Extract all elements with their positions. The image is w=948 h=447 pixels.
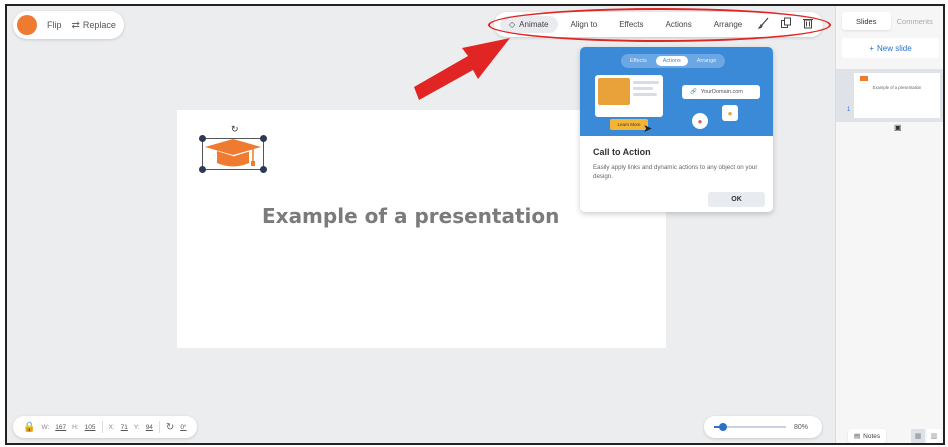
divider (158, 421, 160, 433)
new-slide-button[interactable]: + New slide (842, 38, 939, 58)
popover-tabs: Effects Actions Arrange (621, 54, 726, 68)
resize-handle[interactable] (260, 135, 267, 142)
popover-tab-effects: Effects (630, 58, 647, 64)
annotation-arrow (414, 38, 510, 100)
replace-button[interactable]: ⇄ Replace (72, 20, 116, 31)
slides-panel: Slides Comments + New slide 1 Example of… (835, 6, 943, 443)
thumbnail-cap-icon (860, 76, 868, 81)
resize-handle[interactable] (199, 135, 206, 142)
illustration-image (598, 78, 630, 105)
width-value[interactable]: 167 (55, 424, 66, 431)
popover-tab-arrange: Arrange (696, 58, 717, 64)
zoom-slider-knob[interactable] (718, 423, 727, 431)
color-swatch[interactable] (17, 15, 37, 35)
popover-description: Easily apply links and dynamic actions t… (593, 164, 758, 180)
ok-button[interactable]: OK (708, 192, 765, 207)
editor-canvas: Flip ⇄ Replace ◇ Animate Align to Effect… (7, 6, 835, 443)
flip-button[interactable]: Flip (47, 20, 62, 30)
illustration-domain: YourDomain.com (700, 89, 743, 95)
illustration-card (595, 75, 663, 117)
replace-icon: ⇄ (71, 19, 80, 31)
slide-thumbnail-item[interactable]: 1 Example of a presentation (836, 69, 943, 122)
tab-slides[interactable]: Slides (842, 12, 891, 30)
height-value[interactable]: 105 (85, 424, 96, 431)
rotate-handle-icon[interactable]: ↻ (231, 124, 239, 135)
avatar-icon: ● (692, 113, 708, 129)
thumbnail-caption: Example of a presentation (872, 85, 922, 90)
height-label: H: (72, 423, 79, 431)
tab-comments[interactable]: Comments (891, 12, 940, 30)
popover-title: Call to Action (593, 147, 651, 157)
slide-title[interactable]: Example of a presentation (262, 204, 559, 228)
rotation-icon: ↻ (165, 421, 175, 433)
app-window: Flip ⇄ Replace ◇ Animate Align to Effect… (5, 4, 945, 445)
annotation-ellipse (488, 8, 831, 42)
link-icon: 🔗 (690, 89, 697, 95)
new-slide-label: New slide (876, 43, 912, 53)
width-label: W: (41, 423, 50, 431)
notes-label: Notes (863, 432, 881, 440)
popover-tab-actions: Actions (655, 56, 688, 66)
notes-icon: ▤ (854, 433, 861, 440)
microphone-icon: ● (722, 105, 738, 121)
grid-view-icon[interactable]: ▦ (911, 429, 925, 443)
resize-handle[interactable] (199, 166, 206, 173)
resize-handle[interactable] (260, 166, 267, 173)
x-label: X: (108, 423, 115, 431)
list-view-icon[interactable]: ▥ (927, 429, 941, 443)
y-label: Y: (133, 423, 140, 431)
x-value[interactable]: 71 (121, 424, 128, 431)
panel-tabs: Slides Comments (842, 12, 939, 30)
dimension-bar: 🔒 W: 167 H: 105 X: 71 Y: 94 ↻ 0° (13, 416, 197, 438)
slide-options-icon[interactable]: ▣ (894, 123, 902, 132)
replace-label: Replace (82, 20, 116, 30)
selected-image-frame[interactable] (199, 135, 267, 173)
slide-number: 1 (847, 107, 851, 113)
view-toggle: ▦ ▥ (911, 429, 941, 443)
zoom-slider[interactable] (714, 423, 786, 431)
lock-icon[interactable]: 🔒 (23, 422, 35, 433)
divider (101, 421, 103, 433)
slide-thumbnail[interactable]: Example of a presentation (854, 73, 940, 118)
illustration-link: 🔗 YourDomain.com (682, 85, 760, 99)
popover-illustration: Effects Actions Arrange Learn More ➤ 🔗 Y… (580, 47, 773, 136)
zoom-control: 80% (704, 416, 822, 438)
y-value[interactable]: 94 (146, 424, 153, 431)
notes-button[interactable]: ▤ Notes (848, 429, 887, 443)
plus-icon: + (869, 43, 874, 53)
element-toolbar: Flip ⇄ Replace (13, 11, 124, 39)
call-to-action-popover: Effects Actions Arrange Learn More ➤ 🔗 Y… (580, 47, 773, 212)
rotation-value[interactable]: 0° (180, 424, 186, 431)
zoom-level: 80% (794, 423, 809, 431)
graduation-cap-icon (205, 139, 261, 167)
cursor-icon: ➤ (643, 123, 653, 135)
